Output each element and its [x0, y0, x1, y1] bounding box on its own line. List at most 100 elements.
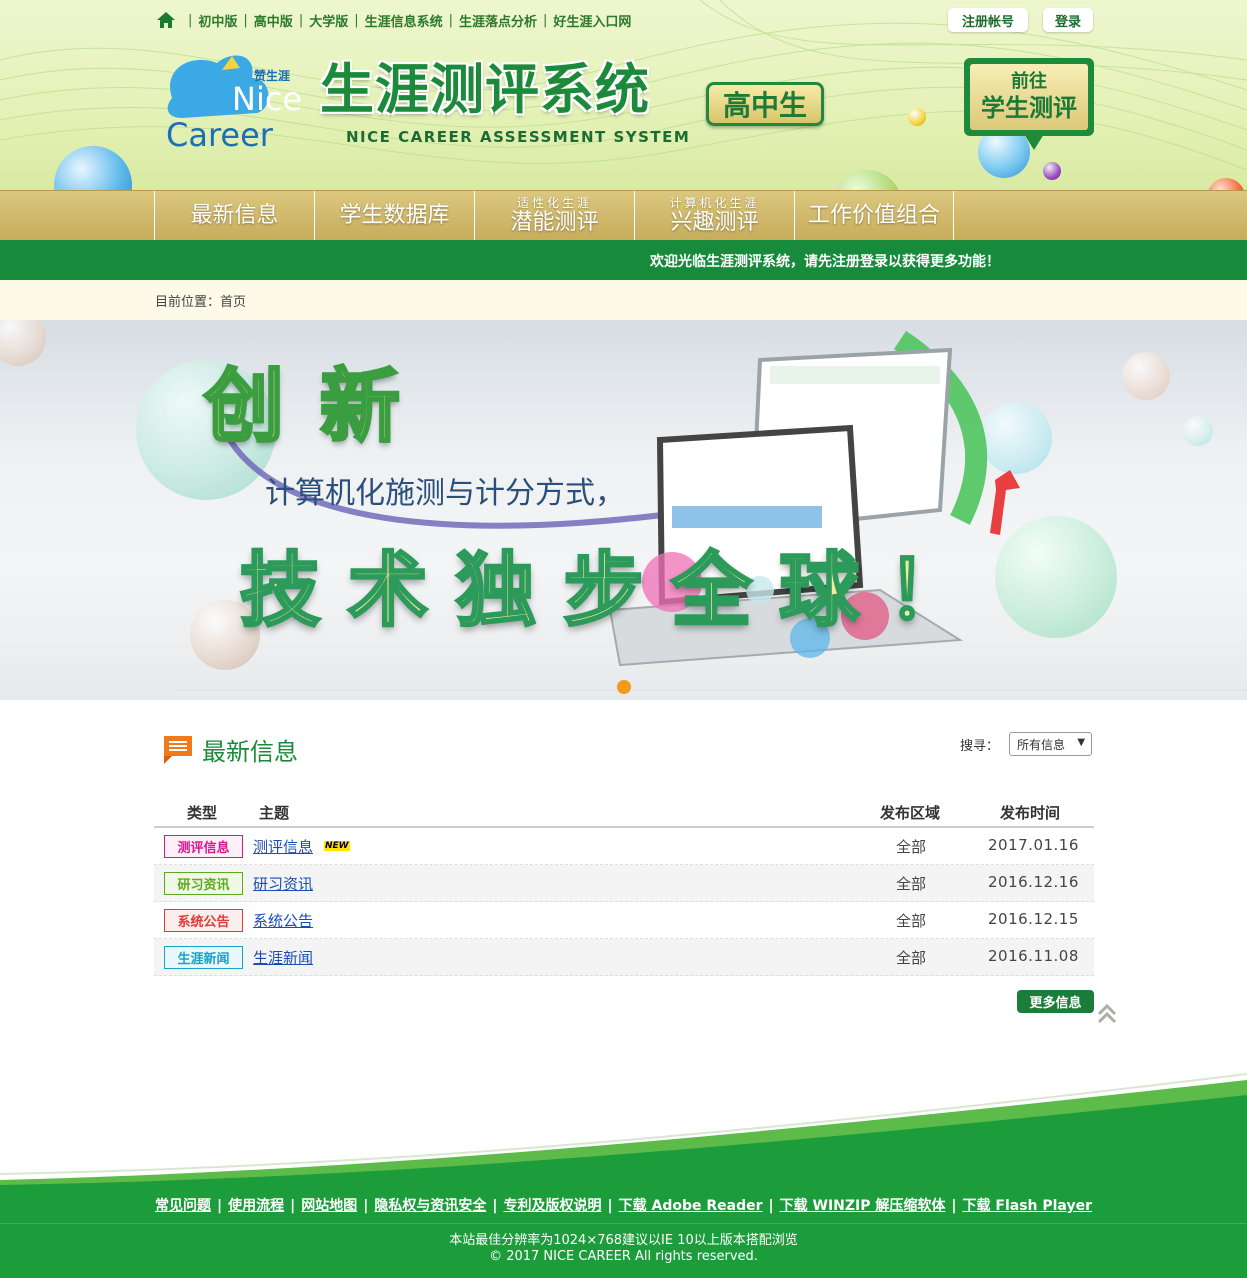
- separator: |: [298, 12, 304, 28]
- footer-link-copyright[interactable]: 专利及版权说明: [504, 1198, 602, 1214]
- welcome-bar: 欢迎光临生涯测评系统，请先注册登录以获得更多功能！: [0, 240, 1247, 280]
- nav-item-label: 潜能测评: [510, 210, 599, 235]
- home-icon[interactable]: [156, 10, 176, 30]
- banner-headline-innovate: 创 新: [203, 359, 404, 455]
- nav-item-label: 最新信息: [190, 203, 279, 228]
- type-badge: 测评信息: [164, 835, 243, 858]
- search-filter-select[interactable]: 所有信息 ▼: [1009, 732, 1093, 756]
- footer-link-privacy[interactable]: 隐私权与资讯安全: [374, 1198, 486, 1214]
- copyright-text: © 2017 NICE CAREER All rights reserved.: [489, 1249, 758, 1264]
- new-tag: NEW: [324, 841, 350, 851]
- nav-item-news[interactable]: 最新信息: [154, 191, 314, 240]
- news-subject-link[interactable]: 研习资讯: [253, 873, 313, 894]
- site-footer: 常见问题 | 使用流程 | 网站地图 | 隐私权与资讯安全 | 专利及版权说明 | 下载 Adobe…: [0, 1187, 1247, 1278]
- toplink-portal[interactable]: 好生涯入口网: [553, 11, 631, 30]
- go-test-button[interactable]: 前往 学生测评: [964, 58, 1094, 150]
- carousel-dot-active[interactable]: [617, 680, 631, 694]
- nav-item-interest-test[interactable]: 计算机化生涯 兴趣测评: [634, 191, 794, 240]
- grade-badge: 高中生: [706, 82, 824, 126]
- breadcrumb-current[interactable]: 首页: [220, 295, 246, 310]
- news-area: 全部: [896, 838, 927, 856]
- welcome-text: 欢迎光临生涯测评系统，请先注册登录以获得更多功能！: [650, 254, 1000, 270]
- table-row: 生涯新闻 生涯新闻 全部 2016.11.08: [154, 939, 1094, 976]
- nice-career-logo[interactable]: 赞生涯 Nice Career: [162, 48, 312, 154]
- separator: |: [448, 12, 454, 28]
- col-subject: 主题: [259, 804, 290, 822]
- banner-subline: 计算机化施测与计分方式，: [265, 476, 625, 511]
- decor-ball-purple: [1043, 162, 1061, 180]
- news-date: 2016.12.16: [988, 873, 1079, 891]
- news-subject-link[interactable]: 系统公告: [253, 910, 313, 931]
- banner-headline-tech: 技 术 独 步 全 球 ！: [238, 543, 968, 639]
- separator: |: [290, 1198, 296, 1214]
- separator: |: [243, 12, 248, 28]
- nav-item-label: 学生数据库: [339, 203, 450, 228]
- separator: |: [188, 12, 193, 28]
- toplink-university[interactable]: 大学版: [309, 11, 348, 30]
- chevron-down-icon: ▼: [1077, 737, 1086, 748]
- toplink-senior[interactable]: 高中版: [254, 11, 293, 30]
- separator: |: [543, 12, 548, 28]
- nav-item-aptitude-test[interactable]: 适性化生涯 潜能测评: [474, 191, 634, 240]
- footer-link-faq[interactable]: 常见问题: [155, 1198, 211, 1214]
- footer-link-flash-player[interactable]: 下载 Flash Player: [963, 1198, 1092, 1214]
- main-nav: 最新信息 学生数据库 适性化生涯 潜能测评 计算机化生涯 兴趣测评 工作价值组合: [0, 190, 1247, 240]
- table-row: 测评信息 测评信息 NEW 全部 2017.01.16: [154, 828, 1094, 865]
- decor-ball-yellow: [908, 108, 926, 126]
- toplink-career-info[interactable]: 生涯信息系统: [365, 11, 443, 30]
- footer-divider: [0, 1223, 1247, 1224]
- go-test-line2: 学生测评: [981, 94, 1077, 122]
- news-search: 搜寻： 所有信息 ▼: [960, 732, 1093, 756]
- go-test-line1: 前往: [1011, 71, 1047, 92]
- site-header: | 初中版 | 高中版 | 大学版 | 生涯信息系统 | 生涯落点分析 | 好生…: [0, 0, 1247, 240]
- table-row: 系统公告 系统公告 全部 2016.12.15: [154, 902, 1094, 939]
- footer-links: 常见问题 | 使用流程 | 网站地图 | 隐私权与资讯安全 | 专利及版权说明 | 下载 Adobe…: [0, 1195, 1247, 1215]
- register-button[interactable]: 注册帐号: [948, 8, 1028, 32]
- type-badge: 系统公告: [164, 909, 243, 932]
- top-links-bar: | 初中版 | 高中版 | 大学版 | 生涯信息系统 | 生涯落点分析 | 好生…: [156, 10, 631, 30]
- hero-banner[interactable]: 创 新 计算机化施测与计分方式， 技 术 独 步 全 球 ！: [0, 320, 1247, 700]
- footer-link-process[interactable]: 使用流程: [228, 1198, 284, 1214]
- toplink-junior[interactable]: 初中版: [198, 11, 237, 30]
- news-subject-link[interactable]: 测评信息: [253, 836, 313, 857]
- go-test-pointer: [1024, 134, 1044, 150]
- system-subtitle: NICE CAREER ASSESSMENT SYSTEM: [346, 128, 691, 146]
- nav-item-sublabel: 适性化生涯: [516, 196, 592, 210]
- nav-item-work-values[interactable]: 工作价值组合: [794, 191, 954, 240]
- nav-item-student-db[interactable]: 学生数据库: [314, 191, 474, 240]
- news-title: 最新信息: [202, 738, 298, 766]
- separator: |: [354, 12, 359, 28]
- separator: |: [768, 1198, 774, 1214]
- footer-wave: [0, 1073, 1247, 1190]
- type-badge: 研习资讯: [164, 872, 243, 895]
- col-date: 发布时间: [1000, 804, 1061, 822]
- footer-link-adobe-reader[interactable]: 下载 Adobe Reader: [619, 1198, 763, 1214]
- table-header: 类型 主题 发布区域 发布时间: [154, 796, 1094, 828]
- separator: |: [607, 1198, 613, 1214]
- breadcrumb: 目前位置：首页: [0, 280, 1247, 320]
- footer-note: 本站最佳分辨率为1024×768建议以IE 10以上版本搭配浏览 © 2017 …: [0, 1233, 1247, 1265]
- logo-line2-text: Career: [166, 116, 274, 153]
- resolution-note: 本站最佳分辨率为1024×768建议以IE 10以上版本搭配浏览: [449, 1233, 798, 1248]
- login-button[interactable]: 登录: [1043, 8, 1093, 32]
- news-subject-link[interactable]: 生涯新闻: [253, 947, 313, 968]
- more-news-button[interactable]: 更多信息: [1017, 990, 1094, 1013]
- separator: |: [363, 1198, 369, 1214]
- search-filter-value: 所有信息: [1017, 737, 1066, 752]
- news-date: 2016.11.08: [988, 947, 1079, 965]
- col-area: 发布区域: [880, 804, 941, 822]
- nav-item-label: 工作价值组合: [807, 203, 940, 228]
- news-area: 全部: [896, 949, 927, 967]
- footer-link-sitemap[interactable]: 网站地图: [301, 1198, 357, 1214]
- toplink-career-analysis[interactable]: 生涯落点分析: [459, 11, 537, 30]
- separator: |: [492, 1198, 498, 1214]
- breadcrumb-label: 目前位置：: [155, 295, 221, 310]
- footer-link-winzip[interactable]: 下载 WINZIP 解压缩软体: [780, 1198, 946, 1214]
- logo-graphic: 赞生涯 Nice Career: [166, 55, 302, 154]
- logo-line1-text: Nice: [232, 80, 302, 118]
- separator: |: [217, 1198, 223, 1214]
- nav-item-sublabel: 计算机化生涯: [669, 196, 760, 210]
- table-row: 研习资讯 研习资讯 全部 2016.12.16: [154, 865, 1094, 902]
- separator: |: [951, 1198, 957, 1214]
- back-to-top-icon[interactable]: [1096, 1000, 1118, 1026]
